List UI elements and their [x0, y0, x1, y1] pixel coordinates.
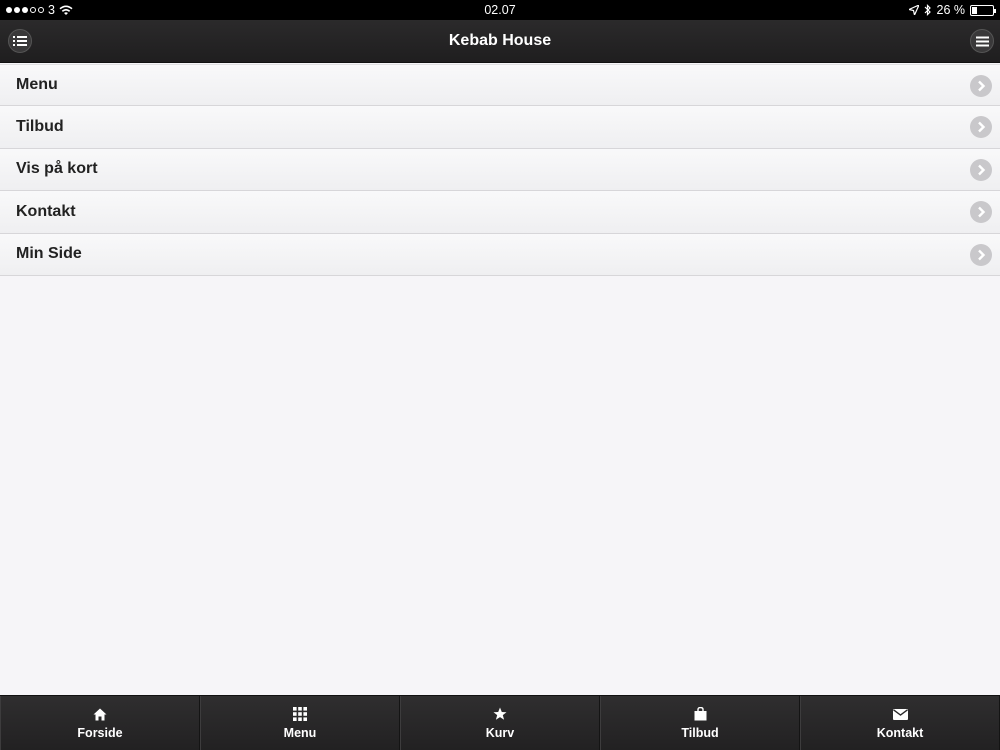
mail-icon — [892, 706, 908, 722]
page-title: Kebab House — [448, 32, 552, 49]
tab-tilbud[interactable]: Tilbud — [600, 696, 800, 750]
chevron-right-icon — [970, 75, 992, 97]
list-item-tilbud[interactable]: Tilbud — [0, 106, 1000, 149]
list-item-label: Menu — [16, 76, 58, 94]
tab-label: Forside — [77, 726, 123, 740]
list-item-label: Min Side — [16, 245, 82, 263]
chevron-right-icon — [970, 158, 992, 181]
status-bar: 3 02.07 26 % — [0, 0, 1000, 20]
list-item-label: Vis på kort — [16, 160, 98, 178]
home-icon — [93, 706, 107, 722]
tab-kontakt[interactable]: Kontakt — [800, 696, 1000, 750]
battery-percent: 26 % — [936, 3, 966, 17]
star-icon — [493, 706, 507, 722]
shopping-bag-icon — [694, 706, 707, 722]
tab-label: Menu — [283, 726, 317, 740]
chevron-right-icon — [970, 116, 992, 139]
chevron-right-icon — [970, 201, 992, 224]
main-nav-list: Menu Tilbud Vis på kort Kontakt Min Side — [0, 64, 1000, 276]
bluetooth-icon — [924, 4, 931, 16]
menu-button[interactable] — [970, 29, 994, 53]
hamburger-menu-icon — [975, 36, 989, 46]
tab-label: Kurv — [485, 726, 515, 740]
bottom-tab-bar: Forside Menu Kurv Tilbud Kontakt — [0, 695, 1000, 750]
list-item-label: Tilbud — [16, 118, 64, 136]
tab-kurv[interactable]: Kurv — [400, 696, 600, 750]
tab-label: Kontakt — [876, 726, 924, 740]
tab-label: Tilbud — [681, 726, 719, 740]
list-item-kontakt[interactable]: Kontakt — [0, 191, 1000, 234]
list-item-vis-pa-kort[interactable]: Vis på kort — [0, 148, 1000, 192]
list-item-min-side[interactable]: Min Side — [0, 233, 1000, 276]
tab-menu[interactable]: Menu — [200, 696, 400, 750]
list-item-label: Kontakt — [16, 202, 76, 220]
status-right: 26 % — [908, 3, 996, 17]
header-bar: Kebab House — [0, 20, 1000, 63]
location-arrow-icon — [908, 5, 919, 15]
chevron-right-icon — [970, 243, 992, 266]
clock: 02.07 — [484, 3, 516, 17]
grid-icon — [293, 706, 307, 722]
tab-forside[interactable]: Forside — [0, 696, 200, 750]
list-item-menu[interactable]: Menu — [0, 64, 1000, 107]
battery-icon — [970, 4, 996, 16]
